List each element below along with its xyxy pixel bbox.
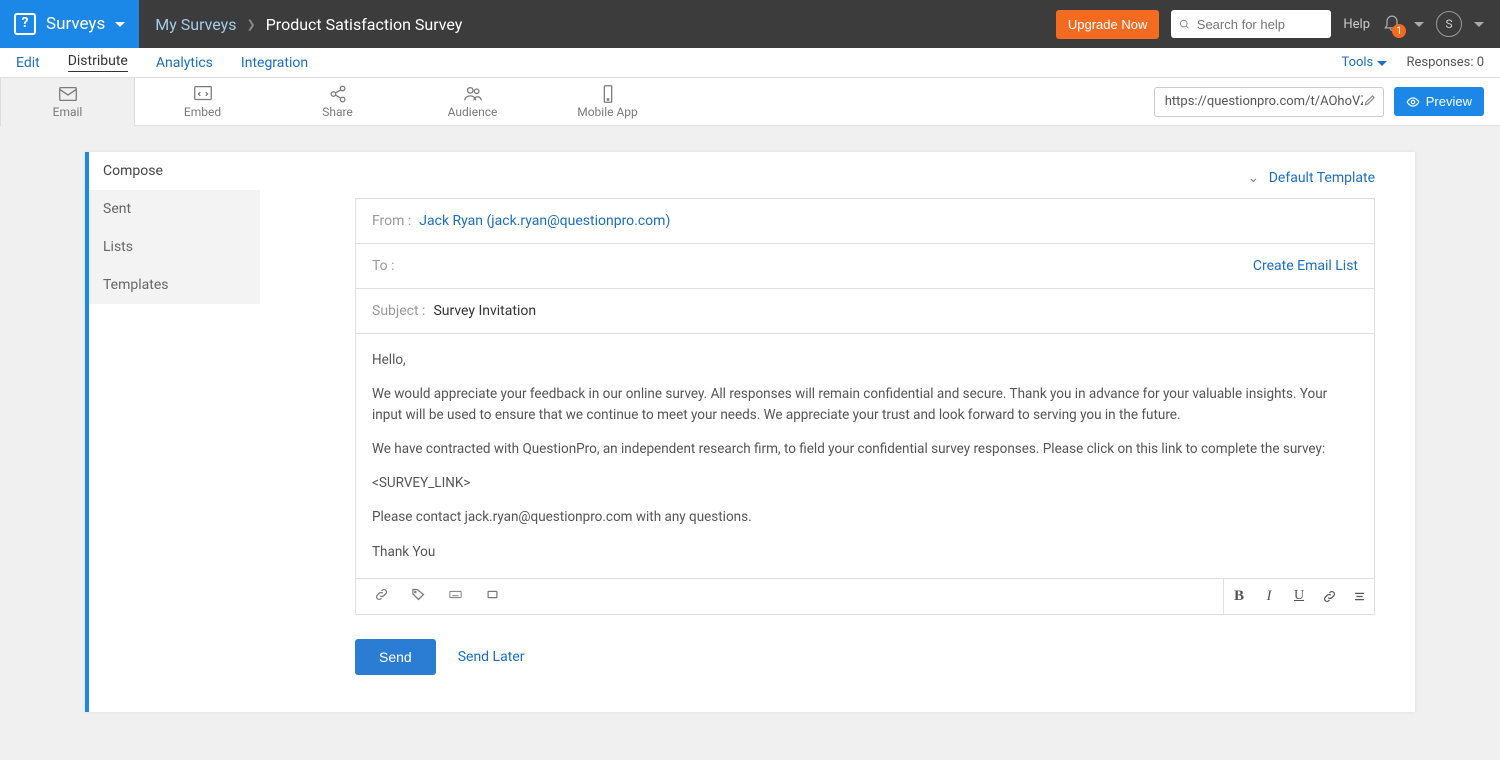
- help-link[interactable]: Help: [1343, 17, 1370, 32]
- body-p3: We have contracted with QuestionPro, an …: [372, 439, 1358, 459]
- notifications-button[interactable]: 1: [1382, 12, 1402, 36]
- to-row[interactable]: To : Create Email List: [356, 244, 1374, 289]
- align-button[interactable]: [1344, 578, 1374, 614]
- notif-caret-icon: [1414, 22, 1424, 27]
- send-button[interactable]: Send: [355, 639, 436, 675]
- main-nav: Edit Distribute Analytics Integration To…: [0, 48, 1500, 78]
- from-value[interactable]: Jack Ryan (jack.ryan@questionpro.com): [419, 213, 670, 229]
- topbar-right: Upgrade Now Help 1 S: [1056, 10, 1500, 39]
- italic-button[interactable]: I: [1254, 578, 1284, 614]
- bold-button[interactable]: B: [1224, 578, 1254, 614]
- email-sidebar: Compose Sent Lists Templates: [85, 152, 260, 712]
- eye-icon: [1406, 95, 1420, 109]
- keyboard-icon[interactable]: [448, 587, 463, 606]
- search-input[interactable]: [1197, 17, 1324, 32]
- nav-right: Tools Responses: 0: [1341, 55, 1484, 70]
- workspace: Compose Sent Lists Templates ⌄ Default T…: [0, 126, 1500, 738]
- tools-dropdown[interactable]: Tools: [1341, 55, 1386, 70]
- caret-down-icon: [1377, 61, 1387, 66]
- compose-main: ⌄ Default Template From : Jack Ryan (jac…: [260, 152, 1415, 712]
- upgrade-button[interactable]: Upgrade Now: [1056, 10, 1160, 39]
- subject-row[interactable]: Subject : Survey Invitation: [356, 289, 1374, 334]
- subnav-embed[interactable]: Embed: [135, 78, 270, 126]
- sidebar-item-lists[interactable]: Lists: [89, 228, 260, 266]
- email-icon: [57, 83, 79, 105]
- subnav-audience[interactable]: Audience: [405, 78, 540, 126]
- embed-icon: [192, 83, 214, 105]
- tab-edit[interactable]: Edit: [16, 55, 40, 71]
- link-button[interactable]: [1314, 578, 1344, 614]
- notif-badge: 1: [1392, 24, 1406, 38]
- underline-button[interactable]: U: [1284, 578, 1314, 614]
- edit-url-icon[interactable]: [1363, 93, 1377, 111]
- insert-link-icon[interactable]: [374, 587, 389, 606]
- email-body[interactable]: Hello, We would appreciate your feedback…: [356, 334, 1374, 578]
- compose-card: Compose Sent Lists Templates ⌄ Default T…: [85, 152, 1415, 712]
- body-p5: Please contact jack.ryan@questionpro.com…: [372, 507, 1358, 527]
- sidebar-item-compose[interactable]: Compose: [89, 152, 260, 190]
- compose-form: From : Jack Ryan (jack.ryan@questionpro.…: [355, 198, 1375, 615]
- subject-label: Subject :: [372, 303, 425, 319]
- subnav-right: https://questionpro.com/t/AOhoVZ Preview: [1154, 87, 1500, 117]
- brand-label: Surveys: [46, 14, 105, 34]
- template-dropdown[interactable]: ⌄ Default Template: [355, 170, 1375, 186]
- chevron-down-icon: ⌄: [1248, 170, 1260, 186]
- caret-down-icon: [115, 22, 125, 27]
- search-help-box[interactable]: [1171, 10, 1331, 38]
- audience-icon: [462, 83, 484, 105]
- body-p4: <SURVEY_LINK>: [372, 473, 1358, 493]
- body-p6: Thank You: [372, 542, 1358, 562]
- survey-url: https://questionpro.com/t/AOhoVZ: [1165, 94, 1363, 109]
- body-p2: We would appreciate your feedback in our…: [372, 384, 1358, 425]
- mobile-icon: [597, 83, 619, 105]
- tag-icon[interactable]: [411, 587, 426, 606]
- user-avatar[interactable]: S: [1436, 11, 1462, 37]
- search-icon: [1179, 18, 1190, 31]
- from-label: From :: [372, 213, 411, 229]
- sidebar-item-templates[interactable]: Templates: [89, 266, 260, 304]
- topbar: Surveys My Surveys ❯ Product Satisfactio…: [0, 0, 1500, 48]
- breadcrumb-root[interactable]: My Surveys: [155, 15, 236, 34]
- logo-icon: [14, 13, 36, 35]
- subnav-mobile[interactable]: Mobile App: [540, 78, 675, 126]
- tab-analytics[interactable]: Analytics: [156, 55, 213, 71]
- editor-toolbar: B I U: [356, 578, 1374, 614]
- distribute-subnav: Email Embed Share Audience Mobile App ht…: [0, 78, 1500, 126]
- survey-url-box[interactable]: https://questionpro.com/t/AOhoVZ: [1154, 87, 1384, 117]
- subject-value[interactable]: Survey Invitation: [433, 303, 536, 319]
- responses-count[interactable]: Responses: 0: [1407, 55, 1485, 70]
- body-p1: Hello,: [372, 350, 1358, 370]
- subnav-email[interactable]: Email: [0, 78, 135, 126]
- page-title: Product Satisfaction Survey: [266, 15, 463, 34]
- sidebar-item-sent[interactable]: Sent: [89, 190, 260, 228]
- avatar-caret-icon: [1474, 22, 1484, 27]
- tab-integration[interactable]: Integration: [241, 55, 308, 71]
- frame-icon[interactable]: [485, 587, 500, 606]
- share-icon: [327, 83, 349, 105]
- chevron-right-icon: ❯: [246, 18, 255, 31]
- from-row: From : Jack Ryan (jack.ryan@questionpro.…: [356, 199, 1374, 244]
- subnav-share[interactable]: Share: [270, 78, 405, 126]
- compose-actions: Send Send Later: [355, 639, 1375, 675]
- brand-dropdown[interactable]: Surveys: [0, 0, 139, 48]
- preview-button[interactable]: Preview: [1394, 87, 1484, 116]
- create-email-list-link[interactable]: Create Email List: [1253, 258, 1358, 274]
- tab-distribute[interactable]: Distribute: [68, 53, 128, 72]
- breadcrumb: My Surveys ❯ Product Satisfaction Survey: [139, 15, 478, 34]
- send-later-link[interactable]: Send Later: [458, 649, 525, 665]
- to-label: To :: [372, 258, 395, 274]
